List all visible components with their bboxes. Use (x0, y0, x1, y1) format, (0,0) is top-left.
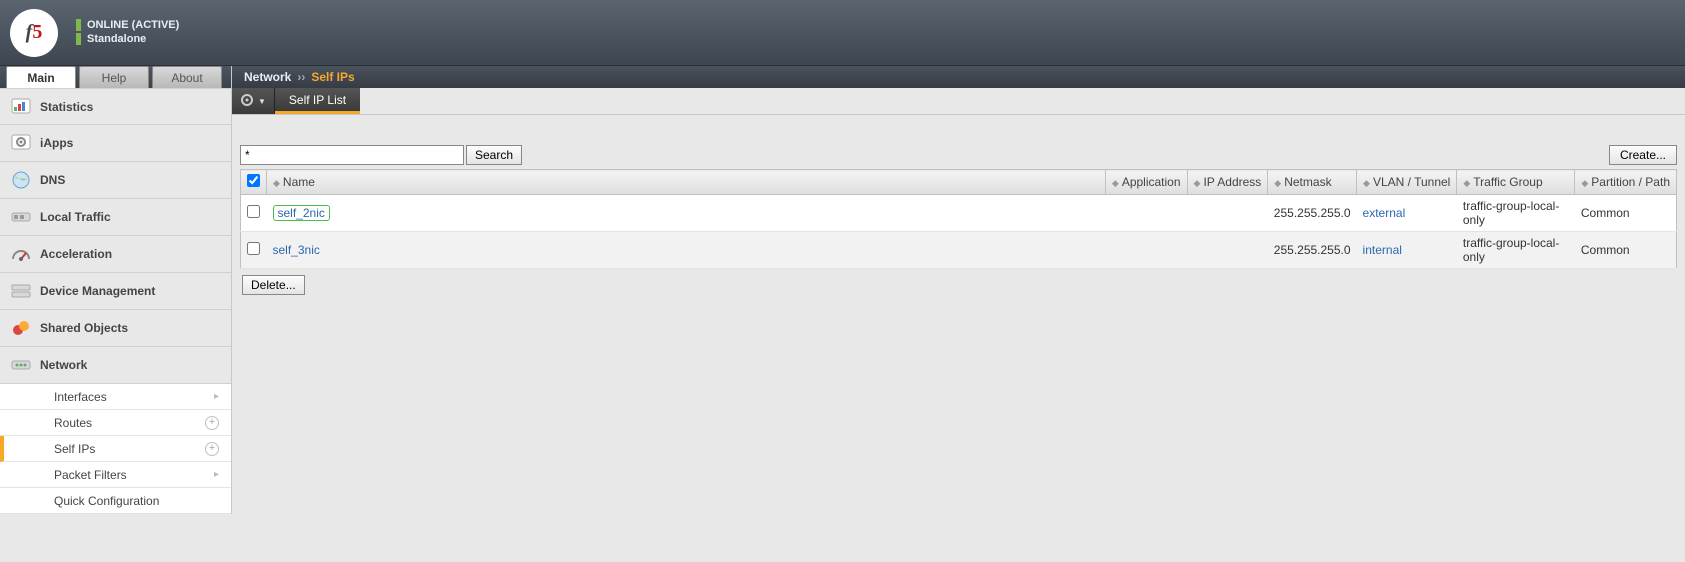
submenu-label: Packet Filters (54, 468, 127, 482)
sort-icon[interactable]: ◆ (1194, 178, 1201, 188)
select-all-checkbox[interactable] (247, 174, 260, 187)
self-ip-table: ◆Name ◆Application ◆IP Address ◆Netmask … (240, 169, 1677, 269)
sort-icon[interactable]: ◆ (1581, 178, 1588, 188)
col-netmask[interactable]: Netmask (1284, 175, 1331, 189)
sidebar-item-dns[interactable]: DNS (0, 162, 231, 199)
sidebar-item-label: Network (40, 358, 87, 372)
sub-tabs: ▼ Self IP List (232, 88, 1685, 115)
app-header: f5 ONLINE (ACTIVE) Standalone (0, 0, 1685, 66)
iapps-icon (10, 133, 32, 153)
sidebar-item-statistics[interactable]: Statistics (0, 88, 231, 125)
table-row: self_2nic 255.255.255.0 external traffic… (241, 195, 1677, 232)
search-button[interactable]: Search (466, 145, 522, 165)
sidebar-item-network[interactable]: Network (0, 347, 231, 384)
plus-icon[interactable]: + (205, 416, 219, 430)
sidebar-item-label: Local Traffic (40, 210, 111, 224)
sort-icon[interactable]: ◆ (1274, 178, 1281, 188)
gear-icon (240, 93, 254, 110)
sidebar-item-label: Shared Objects (40, 321, 128, 335)
cell-traffic: traffic-group-local-only (1457, 195, 1575, 232)
sidebar-item-label: DNS (40, 173, 65, 187)
sidebar: Statistics iApps DNS Local Traffic (0, 88, 231, 514)
local-traffic-icon (10, 207, 32, 227)
submenu-packet-filters[interactable]: Packet Filters ▸ (0, 462, 231, 488)
cell-netmask: 255.255.255.0 (1268, 195, 1357, 232)
cell-traffic: traffic-group-local-only (1457, 232, 1575, 269)
sort-icon[interactable]: ◆ (273, 178, 280, 188)
f5-logo: f5 (10, 9, 58, 57)
cell-partition: Common (1575, 195, 1677, 232)
create-button[interactable]: Create... (1609, 145, 1677, 165)
statistics-icon (10, 97, 32, 117)
submenu-label: Routes (54, 416, 92, 430)
network-icon (10, 355, 32, 375)
col-application[interactable]: Application (1122, 175, 1181, 189)
vlan-link[interactable]: internal (1363, 243, 1402, 257)
sidebar-item-label: Statistics (40, 100, 93, 114)
status-standalone: Standalone (87, 33, 146, 45)
sort-icon[interactable]: ◆ (1363, 178, 1370, 188)
tab-self-ip-list[interactable]: Self IP List (275, 88, 360, 114)
sort-icon[interactable]: ◆ (1463, 178, 1470, 188)
vlan-link[interactable]: external (1363, 206, 1406, 220)
submenu-routes[interactable]: Routes + (0, 410, 231, 436)
submenu-label: Self IPs (54, 442, 95, 456)
self-ip-link[interactable]: self_2nic (273, 205, 330, 221)
table-row: self_3nic 255.255.255.0 internal traffic… (241, 232, 1677, 269)
plus-icon[interactable]: + (205, 442, 219, 456)
status-indicator-icon (76, 19, 81, 31)
breadcrumb-current: Self IPs (311, 70, 354, 84)
row-checkbox[interactable] (247, 242, 260, 255)
sidebar-item-label: Device Management (40, 284, 155, 298)
tab-help[interactable]: Help (79, 66, 149, 88)
col-vlan[interactable]: VLAN / Tunnel (1373, 175, 1450, 189)
cell-application (1105, 232, 1187, 269)
breadcrumb-separator: ›› (297, 70, 305, 84)
status-block: ONLINE (ACTIVE) Standalone (76, 19, 179, 47)
top-tabs: Main Help About (0, 66, 231, 88)
caret-down-icon: ▼ (258, 97, 266, 106)
sidebar-item-iapps[interactable]: iApps (0, 125, 231, 162)
globe-icon (10, 170, 32, 190)
device-icon (10, 281, 32, 301)
col-name[interactable]: Name (283, 175, 315, 189)
delete-button[interactable]: Delete... (242, 275, 305, 295)
status-indicator-icon (76, 33, 81, 45)
sidebar-item-label: Acceleration (40, 247, 112, 261)
submenu-label: Quick Configuration (54, 494, 159, 508)
submenu-self-ips[interactable]: Self IPs + (0, 436, 231, 462)
sidebar-item-label: iApps (40, 136, 73, 150)
cell-ip (1187, 195, 1268, 232)
breadcrumb-root[interactable]: Network (244, 70, 291, 84)
sort-icon[interactable]: ◆ (1112, 178, 1119, 188)
col-partition[interactable]: Partition / Path (1591, 175, 1670, 189)
shared-objects-icon (10, 318, 32, 338)
gauge-icon (10, 244, 32, 264)
cell-ip (1187, 232, 1268, 269)
sidebar-item-local-traffic[interactable]: Local Traffic (0, 199, 231, 236)
sidebar-item-device-management[interactable]: Device Management (0, 273, 231, 310)
breadcrumb: Network ›› Self IPs (232, 66, 1685, 88)
cell-application (1105, 195, 1187, 232)
cell-partition: Common (1575, 232, 1677, 269)
chevron-right-icon: ▸ (214, 469, 219, 480)
row-checkbox[interactable] (247, 205, 260, 218)
network-submenu: Interfaces ▸ Routes + Self IPs + Packet … (0, 384, 231, 514)
search-input[interactable] (240, 145, 464, 165)
submenu-interfaces[interactable]: Interfaces ▸ (0, 384, 231, 410)
tab-about[interactable]: About (152, 66, 222, 88)
col-traffic[interactable]: Traffic Group (1473, 175, 1542, 189)
submenu-quick-config[interactable]: Quick Configuration (0, 488, 231, 514)
sidebar-item-shared-objects[interactable]: Shared Objects (0, 310, 231, 347)
self-ip-link[interactable]: self_3nic (273, 243, 320, 257)
sidebar-item-acceleration[interactable]: Acceleration (0, 236, 231, 273)
submenu-label: Interfaces (54, 390, 107, 404)
col-ip[interactable]: IP Address (1203, 175, 1261, 189)
gear-menu[interactable]: ▼ (232, 88, 275, 114)
cell-netmask: 255.255.255.0 (1268, 232, 1357, 269)
tab-main[interactable]: Main (6, 66, 76, 88)
logo-5: 5 (32, 21, 42, 43)
status-online: ONLINE (ACTIVE) (87, 19, 179, 31)
chevron-right-icon: ▸ (214, 391, 219, 402)
